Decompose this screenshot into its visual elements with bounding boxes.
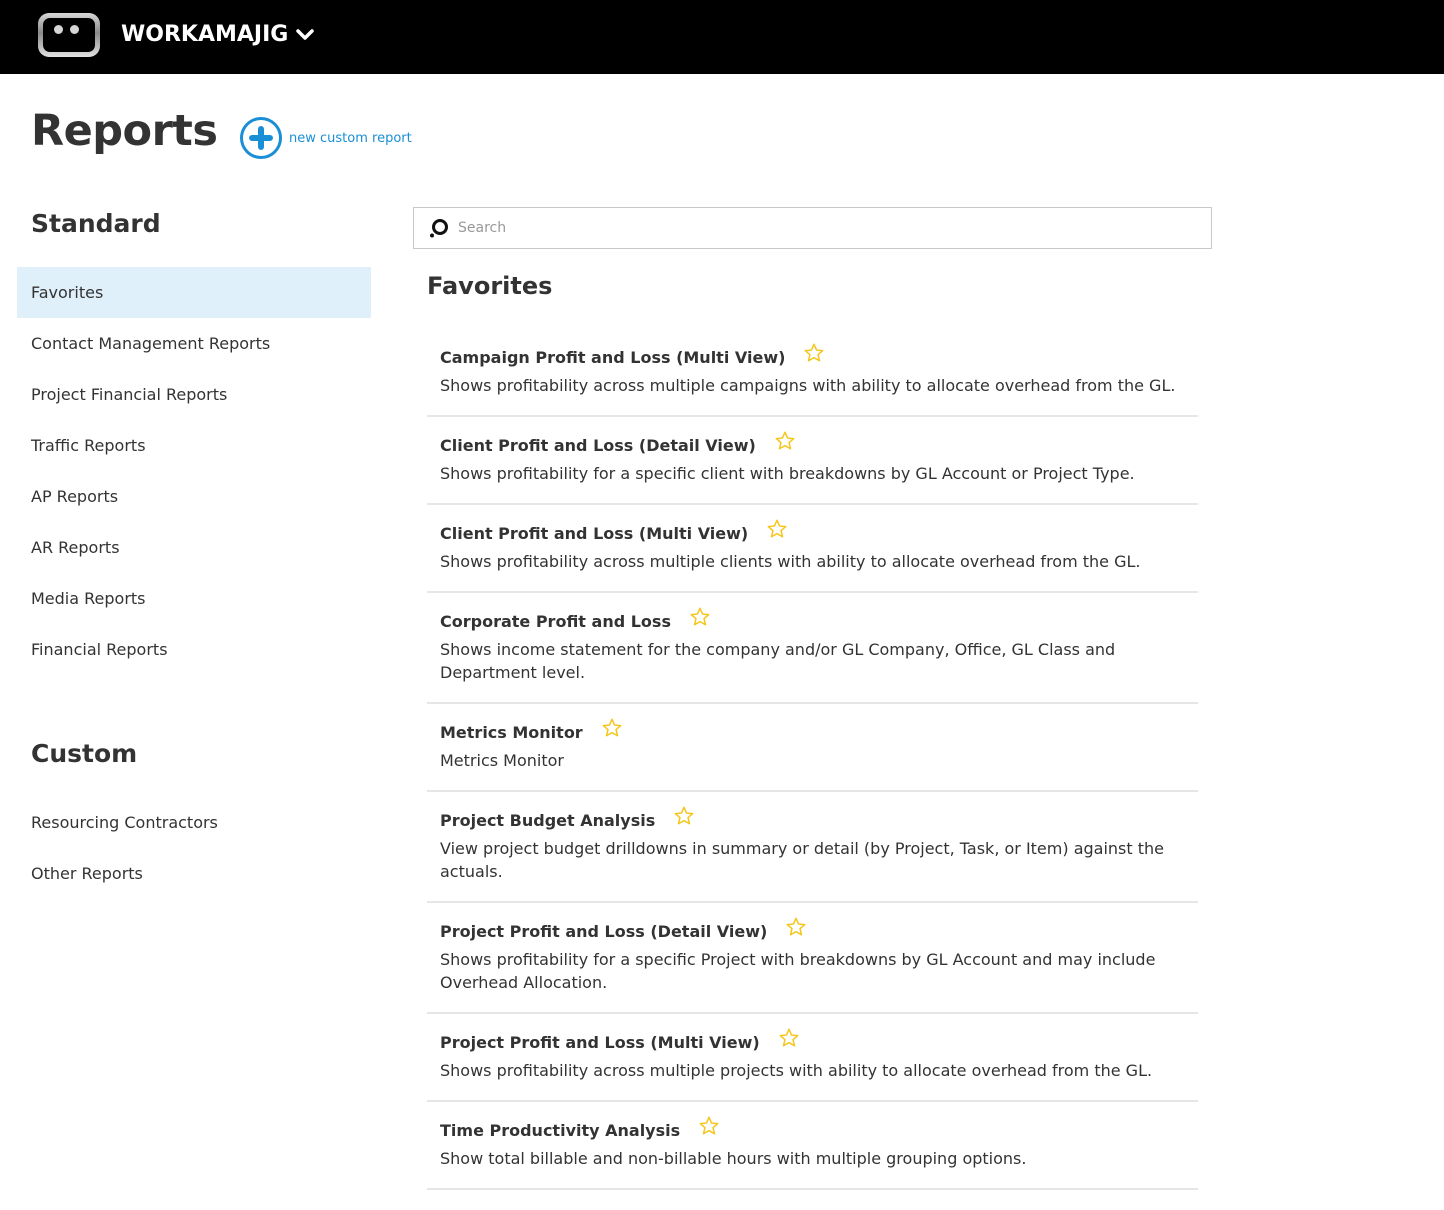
- star-icon[interactable]: [766, 518, 788, 540]
- report-item[interactable]: Client Profit and Loss (Detail View) Sho…: [427, 430, 1198, 505]
- report-item[interactable]: Client Profit and Loss (Multi View) Show…: [427, 518, 1198, 593]
- report-description: View project budget drilldowns in summar…: [440, 839, 1164, 881]
- app-switcher-menu[interactable]: WORKAMAJIG: [121, 22, 315, 47]
- plus-circle-icon: [240, 117, 282, 159]
- report-item[interactable]: Project Profit and Loss (Multi View) Sho…: [427, 1027, 1198, 1102]
- report-name-link[interactable]: Project Profit and Loss (Multi View): [440, 1033, 760, 1052]
- report-item[interactable]: Metrics Monitor Metrics Monitor: [427, 717, 1198, 792]
- report-description: Shows profitability for a specific clien…: [440, 464, 1135, 483]
- logo-eye-left: [54, 25, 63, 34]
- sidebar-item-label: AP Reports: [31, 487, 119, 506]
- report-item[interactable]: Time Productivity Analysis Show total bi…: [427, 1115, 1198, 1190]
- star-icon[interactable]: [778, 1027, 800, 1049]
- sidebar-item-label: Financial Reports: [31, 640, 168, 659]
- star-icon[interactable]: [785, 916, 807, 938]
- report-item[interactable]: Corporate Profit and Loss Shows income s…: [427, 606, 1198, 704]
- star-icon[interactable]: [689, 606, 711, 628]
- report-description: Shows profitability for a specific Proje…: [440, 950, 1156, 992]
- report-name-link[interactable]: Client Profit and Loss (Detail View): [440, 436, 756, 455]
- sidebar-item-ar-reports[interactable]: AR Reports: [17, 522, 371, 573]
- star-icon[interactable]: [774, 430, 796, 452]
- sidebar-item-financial-reports[interactable]: Financial Reports: [17, 624, 371, 675]
- report-description: Shows profitability across multiple clie…: [440, 552, 1141, 571]
- sidebar-item-resourcing-contractors[interactable]: Resourcing Contractors: [17, 797, 371, 848]
- sidebar-item-traffic-reports[interactable]: Traffic Reports: [17, 420, 371, 471]
- sidebar-item-project-financial-reports[interactable]: Project Financial Reports: [17, 369, 371, 420]
- sidebar-item-ap-reports[interactable]: AP Reports: [17, 471, 371, 522]
- star-icon[interactable]: [673, 805, 695, 827]
- report-name-link[interactable]: Project Budget Analysis: [440, 811, 655, 830]
- sidebar-item-media-reports[interactable]: Media Reports: [17, 573, 371, 624]
- report-description: Metrics Monitor: [440, 751, 564, 770]
- report-name-link[interactable]: Campaign Profit and Loss (Multi View): [440, 348, 785, 367]
- search-box[interactable]: [413, 207, 1212, 249]
- logo-face: [43, 18, 95, 52]
- workamajig-logo-icon[interactable]: [38, 13, 100, 57]
- report-description: Show total billable and non-billable hou…: [440, 1149, 1027, 1168]
- report-name-link[interactable]: Project Profit and Loss (Detail View): [440, 922, 767, 941]
- sidebar-item-label: Contact Management Reports: [31, 334, 271, 353]
- sidebar-item-label: Traffic Reports: [31, 436, 146, 455]
- top-navigation-bar: WORKAMAJIG: [0, 0, 1444, 74]
- search-input[interactable]: [458, 220, 1158, 236]
- sidebar-item-label: Resourcing Contractors: [31, 813, 218, 832]
- star-icon[interactable]: [803, 342, 825, 364]
- sidebar-item-label: Favorites: [31, 283, 104, 302]
- standard-section-title: Standard: [31, 209, 161, 238]
- new-custom-report-button[interactable]: new custom report: [240, 117, 412, 159]
- page-title: Reports: [31, 106, 218, 156]
- report-description: Shows profitability across multiple camp…: [440, 376, 1176, 395]
- report-name-link[interactable]: Metrics Monitor: [440, 723, 583, 742]
- search-icon: [430, 219, 448, 238]
- star-icon[interactable]: [698, 1115, 720, 1137]
- sidebar-item-contact-management-reports[interactable]: Contact Management Reports: [17, 318, 371, 369]
- report-name-link[interactable]: Client Profit and Loss (Multi View): [440, 524, 748, 543]
- report-item[interactable]: Campaign Profit and Loss (Multi View) Sh…: [427, 342, 1198, 417]
- sidebar-item-label: Project Financial Reports: [31, 385, 228, 404]
- report-item[interactable]: Project Profit and Loss (Detail View) Sh…: [427, 916, 1198, 1014]
- report-name-link[interactable]: Time Productivity Analysis: [440, 1121, 680, 1140]
- report-name-link[interactable]: Corporate Profit and Loss: [440, 612, 671, 631]
- sidebar-item-label: Other Reports: [31, 864, 143, 883]
- chevron-down-icon: [296, 28, 315, 40]
- star-icon[interactable]: [601, 717, 623, 739]
- favorites-section-title: Favorites: [427, 272, 553, 300]
- report-description: Shows income statement for the company a…: [440, 640, 1116, 682]
- sidebar-item-label: Media Reports: [31, 589, 146, 608]
- sidebar-item-other-reports[interactable]: Other Reports: [17, 848, 371, 899]
- report-description: Shows profitability across multiple proj…: [440, 1061, 1153, 1080]
- logo-eye-right: [70, 25, 79, 34]
- brand-name: WORKAMAJIG: [121, 22, 289, 47]
- custom-section-title: Custom: [31, 739, 138, 768]
- report-item[interactable]: Project Budget Analysis View project bud…: [427, 805, 1198, 903]
- new-custom-report-label: new custom report: [289, 130, 412, 146]
- sidebar-item-label: AR Reports: [31, 538, 120, 557]
- sidebar-item-favorites[interactable]: Favorites: [17, 267, 371, 318]
